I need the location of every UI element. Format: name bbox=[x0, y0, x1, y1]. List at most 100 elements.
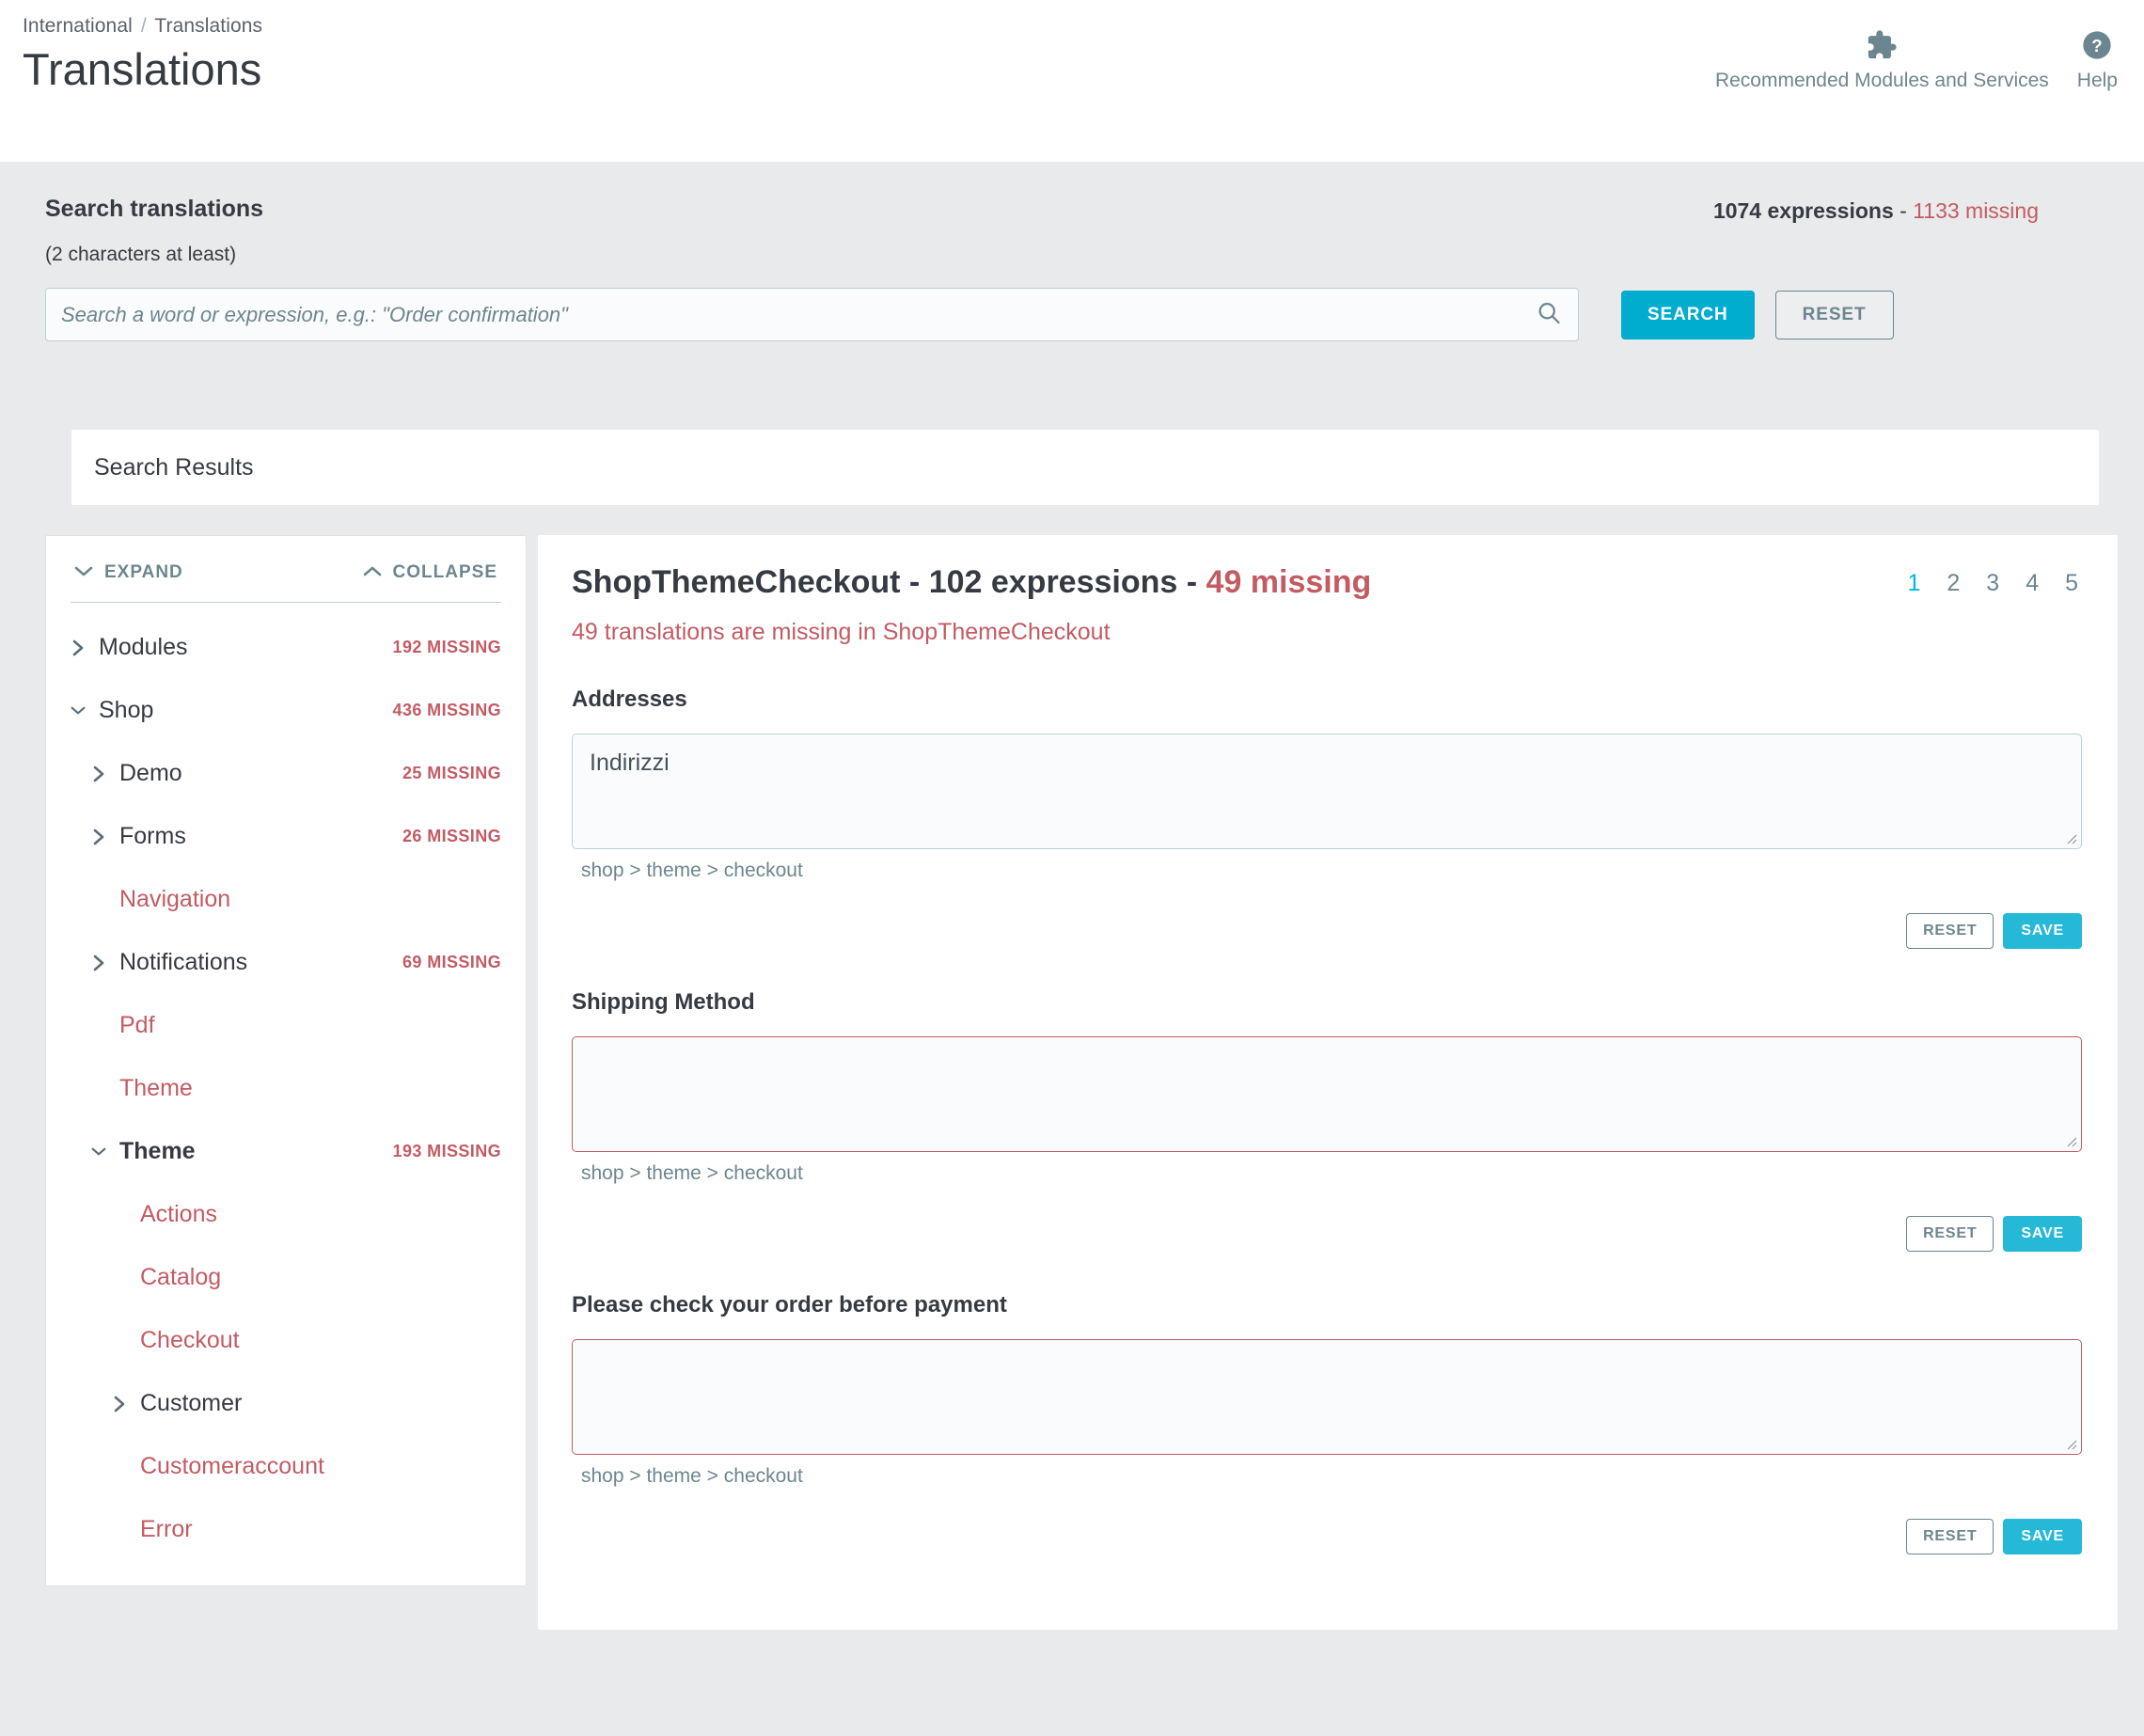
tree-item-missing-count: 26 MISSING bbox=[402, 827, 501, 845]
tree-item-notifications[interactable]: Notifications 69 MISSING bbox=[71, 931, 501, 994]
tree-item-left: Catalog bbox=[71, 1264, 221, 1291]
expand-all-label: EXPAND bbox=[104, 562, 183, 582]
search-hint: (2 characters at least) bbox=[45, 244, 237, 265]
recommended-modules-button[interactable]: Recommended Modules and Services bbox=[1715, 28, 2049, 92]
reset-translation-button[interactable]: RESET bbox=[1906, 1215, 1994, 1252]
chevron-right-icon[interactable] bbox=[112, 1395, 127, 1413]
svg-text:?: ? bbox=[2092, 36, 2103, 55]
breadcrumb-parent[interactable]: International bbox=[23, 15, 133, 37]
tree-item-shop[interactable]: Shop 436 MISSING bbox=[71, 679, 501, 742]
translation-source-label: Shipping Method bbox=[572, 988, 755, 1015]
chevron-right-icon[interactable] bbox=[91, 954, 106, 972]
search-results-card: Search Results bbox=[71, 430, 2099, 505]
tree-item-missing-count: 193 MISSING bbox=[392, 1142, 501, 1160]
search-results-title: Search Results bbox=[94, 453, 254, 481]
search-row: SEARCH RESET bbox=[45, 288, 2144, 341]
tree-item-demo[interactable]: Demo 25 MISSING bbox=[71, 742, 501, 805]
translation-source-label: Addresses bbox=[572, 686, 687, 712]
tree-item-label: Shop bbox=[99, 697, 154, 723]
tree-item-left: Actions bbox=[71, 1201, 217, 1228]
tree-item-theme[interactable]: Theme bbox=[71, 1057, 501, 1120]
help-label: Help bbox=[2076, 70, 2118, 91]
chevron-down-icon[interactable] bbox=[91, 1145, 106, 1158]
translation-field-actions: RESET SAVE bbox=[572, 912, 2082, 949]
search-button[interactable]: SEARCH bbox=[1621, 290, 1755, 339]
page-link-5[interactable]: 5 bbox=[2065, 570, 2078, 597]
translation-field: Addresses shop > theme > checkout RESETSAV… bbox=[572, 687, 2082, 949]
expression-count-total: 1074 expressions bbox=[1712, 198, 1894, 223]
tree-item-navigation[interactable]: Navigation bbox=[71, 868, 501, 931]
chevron-down-icon bbox=[74, 562, 93, 583]
tree-item-left: Pdf bbox=[71, 1012, 155, 1039]
chevron-up-icon bbox=[363, 562, 382, 583]
expand-all-button[interactable]: EXPAND bbox=[74, 562, 183, 583]
tree-item-actions[interactable]: Actions bbox=[71, 1183, 501, 1246]
tree-item-label: Forms bbox=[119, 823, 186, 849]
puzzle-piece-icon bbox=[1866, 28, 1898, 62]
recommended-modules-label: Recommended Modules and Services bbox=[1714, 70, 2049, 91]
page-link-3[interactable]: 3 bbox=[1986, 570, 1999, 597]
chevron-right-icon[interactable] bbox=[91, 828, 106, 846]
translation-textarea[interactable] bbox=[572, 1338, 2082, 1455]
tree-item-label: Error bbox=[140, 1516, 193, 1542]
collapse-all-label: COLLAPSE bbox=[392, 562, 497, 582]
tree-item-left: Shop bbox=[71, 697, 153, 724]
page-link-1[interactable]: 1 bbox=[1907, 570, 1920, 597]
tree-item-left: Demo bbox=[71, 760, 182, 787]
chevron-right-icon[interactable] bbox=[91, 765, 106, 783]
translation-textarea-wrap bbox=[572, 1338, 2082, 1455]
tree-item-label: Customer bbox=[140, 1390, 243, 1416]
reset-search-button[interactable]: RESET bbox=[1774, 290, 1894, 339]
tree-item-modules[interactable]: Modules 192 MISSING bbox=[71, 616, 501, 679]
page-link-2[interactable]: 2 bbox=[1947, 570, 1960, 597]
tree-item-label: Theme bbox=[119, 1138, 196, 1164]
tree-item-label: Actions bbox=[140, 1201, 217, 1227]
chevron-right-icon[interactable] bbox=[71, 639, 86, 657]
collapse-all-button[interactable]: COLLAPSE bbox=[363, 562, 497, 583]
tree-item-left: Navigation bbox=[71, 886, 230, 913]
tree-item-catalog[interactable]: Catalog bbox=[71, 1246, 501, 1309]
search-input[interactable] bbox=[45, 288, 1579, 341]
save-translation-button[interactable]: SAVE bbox=[2003, 1215, 2082, 1252]
reset-translation-button[interactable]: RESET bbox=[1906, 1518, 1994, 1555]
save-translation-button[interactable]: SAVE bbox=[2003, 1518, 2082, 1555]
tree-item-left: Modules bbox=[71, 634, 188, 661]
tree-item-error[interactable]: Error bbox=[71, 1498, 501, 1561]
translation-domain-path: shop > theme > checkout bbox=[581, 1161, 803, 1184]
translation-textarea[interactable] bbox=[572, 733, 2082, 849]
page-header: International / Translations Translation… bbox=[0, 0, 2144, 162]
tree-toolbar: EXPAND COLLAPSE bbox=[71, 557, 501, 603]
tree-item-left: Forms bbox=[71, 823, 186, 850]
tree-item-customeraccount[interactable]: Customeraccount bbox=[71, 1435, 501, 1498]
translation-field: Shipping Method shop > theme > checkout RE… bbox=[572, 989, 2082, 1252]
tree-item-customer[interactable]: Customer bbox=[71, 1372, 501, 1435]
tree-item-missing-count: 192 MISSING bbox=[392, 638, 501, 656]
search-input-wrap bbox=[45, 288, 1579, 341]
help-button[interactable]: ? Help bbox=[2077, 28, 2118, 92]
tree-item-left: Customer bbox=[71, 1390, 242, 1417]
tree-item-label: Demo bbox=[119, 760, 182, 786]
tree-item-left: Customeraccount bbox=[71, 1453, 324, 1480]
tree-item-label: Pdf bbox=[119, 1012, 155, 1038]
tree-item-forms[interactable]: Forms 26 MISSING bbox=[71, 805, 501, 868]
tree-item-theme[interactable]: Theme 193 MISSING bbox=[71, 1120, 501, 1183]
pagination: 12345 bbox=[1907, 570, 2082, 597]
tree-item-pdf[interactable]: Pdf bbox=[71, 994, 501, 1057]
search-band: Search translations (2 characters at lea… bbox=[0, 162, 2144, 430]
translation-textarea[interactable] bbox=[572, 1035, 2082, 1152]
tree-item-label: Navigation bbox=[119, 886, 231, 912]
help-circle-icon: ? bbox=[2082, 28, 2112, 62]
tree-item-label: Theme bbox=[119, 1075, 193, 1101]
tree-item-left: Theme bbox=[71, 1138, 196, 1165]
tree-item-checkout[interactable]: Checkout bbox=[71, 1309, 501, 1372]
tree-item-label: Modules bbox=[99, 634, 188, 660]
page-link-4[interactable]: 4 bbox=[2026, 570, 2039, 597]
reset-translation-button[interactable]: RESET bbox=[1906, 912, 1994, 949]
tree-item-left: Theme bbox=[71, 1075, 193, 1102]
save-translation-button[interactable]: SAVE bbox=[2003, 912, 2082, 949]
translation-tree-panel: EXPAND COLLAPSE Modules 192 MISSING Shop 43… bbox=[45, 535, 527, 1586]
translation-domain-path: shop > theme > checkout bbox=[581, 859, 803, 881]
chevron-down-icon[interactable] bbox=[71, 704, 86, 717]
translation-source-label: Please check your order before payment bbox=[572, 1291, 1007, 1318]
tree-item-left: Error bbox=[71, 1516, 193, 1543]
